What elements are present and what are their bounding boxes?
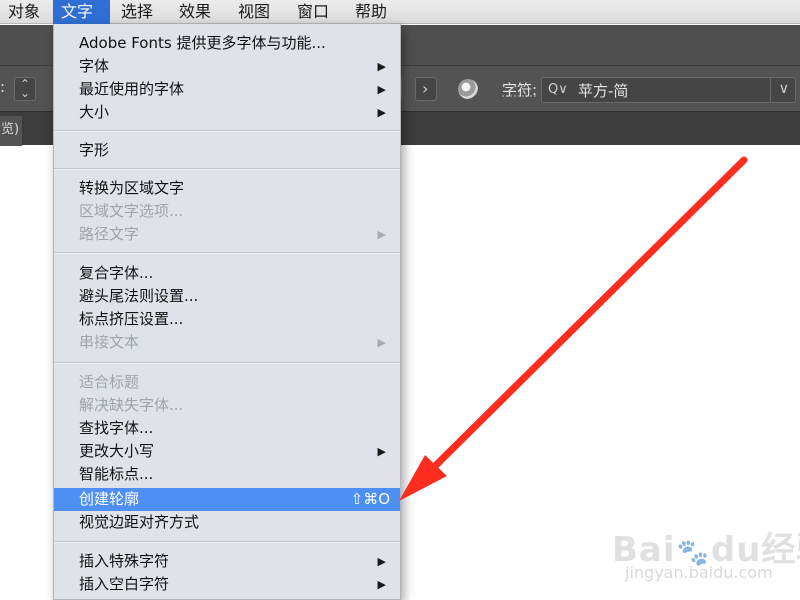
watermark-url: jingyan.baidu.com xyxy=(625,563,773,582)
font-family-select[interactable]: Q∨ 苹方-简 ∨ xyxy=(541,77,796,103)
menubar-item-type[interactable]: 文字 xyxy=(53,0,110,24)
menu-item-label: 复合字体... xyxy=(79,264,154,282)
annotation-arrow-head xyxy=(399,455,447,501)
menu-item-label: 插入空白字符 xyxy=(79,575,170,593)
menu-item-label: 创建轮廓 xyxy=(79,490,140,508)
chevron-down-icon: ∨ xyxy=(778,81,789,97)
menu-item-resolve-missing-fonts[interactable]: 解决缺失字体... xyxy=(54,394,400,417)
menu-item-label: 串接文本 xyxy=(79,333,140,351)
menu-item-insert-special-character[interactable]: 插入特殊字符 ▶ xyxy=(54,550,400,573)
menu-separator xyxy=(54,252,400,254)
submenu-arrow-icon: ▶ xyxy=(377,60,386,73)
menubar-item-object[interactable]: 对象 xyxy=(0,0,48,24)
menubar-item-window[interactable]: 窗口 xyxy=(289,0,337,24)
menu-item-area-type-options[interactable]: 区域文字选项... xyxy=(54,200,400,223)
menu-item-label: 转换为区域文字 xyxy=(79,179,185,197)
shortcut-label: ⇧⌘O xyxy=(350,490,390,508)
menu-item-size[interactable]: 大小 ▶ xyxy=(54,101,400,124)
menu-item-label: 字形 xyxy=(79,141,110,159)
color-wheel-icon[interactable] xyxy=(458,79,478,99)
menu-item-label: 插入特殊字符 xyxy=(79,552,170,570)
menubar-item-view[interactable]: 视图 xyxy=(230,0,278,24)
menu-item-type-on-path[interactable]: 路径文字 ▶ xyxy=(54,223,400,246)
menu-item-convert-area-type[interactable]: 转换为区域文字 xyxy=(54,177,400,200)
menu-item-optical-margin-alignment[interactable]: 视觉边距对齐方式 xyxy=(54,511,400,534)
menu-separator xyxy=(54,541,400,543)
menu-item-label: 视觉边距对齐方式 xyxy=(79,513,200,531)
menu-item-composite-fonts[interactable]: 复合字体... xyxy=(54,262,400,285)
select-divider xyxy=(770,78,771,102)
submenu-arrow-icon: ▶ xyxy=(377,578,386,591)
menubar-item-help[interactable]: 帮助 xyxy=(347,0,395,24)
submenu-arrow-icon: ▶ xyxy=(377,445,386,458)
menu-item-label: 智能标点... xyxy=(79,465,154,483)
font-family-value: 苹方-简 xyxy=(578,82,629,100)
menu-item-label: 路径文字 xyxy=(79,225,140,243)
menu-item-label: 适合标题 xyxy=(79,373,140,391)
submenu-arrow-icon: ▶ xyxy=(377,228,386,241)
menu-item-threaded-text[interactable]: 串接文本 ▶ xyxy=(54,331,400,354)
menu-item-insert-whitespace[interactable]: 插入空白字符 ▶ xyxy=(54,573,400,596)
menu-item-create-outlines[interactable]: 创建轮廓 ⇧⌘O xyxy=(54,488,400,511)
next-button[interactable]: › xyxy=(415,77,437,101)
menu-item-label: Adobe Fonts 提供更多字体与功能... xyxy=(79,34,326,52)
type-menu-dropdown: Adobe Fonts 提供更多字体与功能... 字体 ▶ 最近使用的字体 ▶ … xyxy=(53,24,401,600)
menu-item-font[interactable]: 字体 ▶ xyxy=(54,55,400,78)
options-colon-label: : xyxy=(0,78,6,96)
submenu-arrow-icon: ▶ xyxy=(377,336,386,349)
menubar-item-effect[interactable]: 效果 xyxy=(171,0,219,24)
menu-item-kinsoku-settings[interactable]: 避头尾法则设置... xyxy=(54,285,400,308)
submenu-arrow-icon: ▶ xyxy=(377,555,386,568)
search-icon: Q∨ xyxy=(548,82,568,97)
menu-item-find-font[interactable]: 查找字体... xyxy=(54,417,400,440)
menu-item-fit-headline[interactable]: 适合标题 xyxy=(54,371,400,394)
annotation-arrow-shaft xyxy=(420,156,748,481)
menu-item-adobe-fonts[interactable]: Adobe Fonts 提供更多字体与功能... xyxy=(54,32,400,55)
submenu-arrow-icon: ▶ xyxy=(377,106,386,119)
menu-separator xyxy=(54,168,400,170)
menu-item-label: 查找字体... xyxy=(79,419,154,437)
menu-item-label: 解决缺失字体... xyxy=(79,396,184,414)
menu-item-label: 大小 xyxy=(79,103,110,121)
chevron-right-icon: › xyxy=(422,79,429,98)
menu-separator xyxy=(54,362,400,364)
menu-item-glyphs[interactable]: 字形 xyxy=(54,139,400,162)
menu-item-change-case[interactable]: 更改大小写 ▶ xyxy=(54,440,400,463)
menu-separator xyxy=(54,130,400,132)
font-label: 字符: xyxy=(502,81,538,99)
menu-item-smart-punctuation[interactable]: 智能标点... xyxy=(54,463,400,486)
menu-item-label: 避头尾法则设置... xyxy=(79,287,199,305)
submenu-arrow-icon: ▶ xyxy=(377,83,386,96)
menu-item-recent-fonts[interactable]: 最近使用的字体 ▶ xyxy=(54,78,400,101)
menu-item-mojikumi-settings[interactable]: 标点挤压设置... xyxy=(54,308,400,331)
menu-item-label: 最近使用的字体 xyxy=(79,80,185,98)
menu-bar: 对象 文字 选择 效果 视图 窗口 帮助 xyxy=(0,0,800,24)
menu-item-label: 更改大小写 xyxy=(79,442,155,460)
size-stepper[interactable]: ⌃ ⌄ xyxy=(14,77,36,101)
menu-item-label: 字体 xyxy=(79,57,110,75)
menubar-item-select[interactable]: 选择 xyxy=(113,0,161,24)
document-tab[interactable]: 览) xyxy=(0,116,22,146)
menu-item-label: 标点挤压设置... xyxy=(79,310,184,328)
stepper-icon: ⌃ ⌄ xyxy=(19,77,31,100)
menu-item-label: 区域文字选项... xyxy=(79,202,184,220)
